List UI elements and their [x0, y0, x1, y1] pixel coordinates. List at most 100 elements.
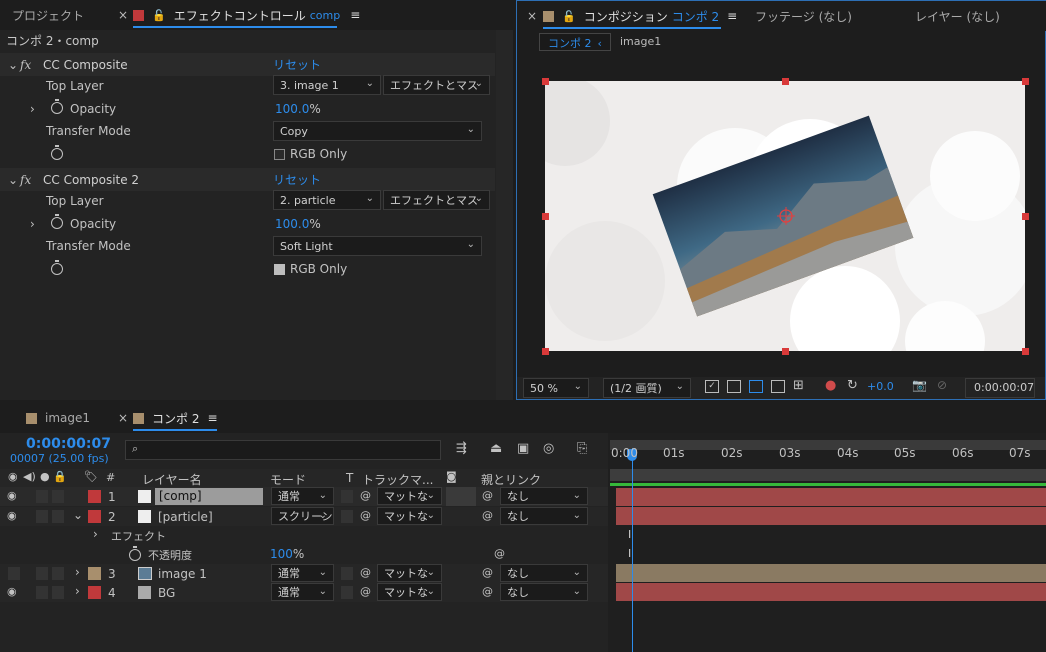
chevron-down-icon[interactable]: ⌄	[8, 173, 18, 187]
opacity-property-row[interactable]: 不透明度 100% @	[0, 545, 608, 564]
solo-icon[interactable]: ●	[40, 470, 50, 483]
fx-icon[interactable]: fx	[20, 173, 31, 187]
exposure-value[interactable]: +0.0	[867, 380, 894, 393]
current-time[interactable]: 0:00:00:07	[965, 378, 1035, 398]
lock-box[interactable]	[52, 586, 64, 599]
tab-image1[interactable]: image1	[26, 403, 90, 433]
transform-handle[interactable]	[542, 213, 549, 220]
preserve-transparency-box[interactable]	[341, 567, 353, 580]
parent-pickwhip-icon[interactable]: @	[482, 489, 493, 502]
lock-icon[interactable]: 🔓	[152, 9, 166, 22]
track-matte-dropdown[interactable]: マットな ⌄	[377, 507, 442, 525]
motion-blur-icon[interactable]: ◎	[543, 441, 554, 456]
fx-icon[interactable]: fx	[20, 58, 31, 72]
checkbox-icon[interactable]	[274, 263, 285, 275]
eye-icon[interactable]: ◉	[7, 585, 17, 598]
lock-box[interactable]	[52, 490, 64, 503]
transform-handle[interactable]	[1022, 78, 1029, 85]
camera-icon[interactable]: 📷	[912, 378, 927, 392]
pickwhip-icon[interactable]: @	[360, 489, 371, 502]
matte-icon[interactable]: ◙	[446, 470, 457, 483]
layer-bar[interactable]	[616, 564, 1046, 582]
stopwatch-icon[interactable]	[51, 214, 63, 229]
lock-box[interactable]	[52, 567, 64, 580]
top-layer-dropdown[interactable]: 3. image 1 ⌄	[273, 75, 381, 95]
keyframe-icon[interactable]: I	[628, 528, 631, 541]
transform-handle[interactable]	[1022, 348, 1029, 355]
chevron-right-icon[interactable]: ›	[75, 584, 80, 598]
graph-editor-icon[interactable]: ⎘	[577, 441, 587, 456]
timeline-track-area[interactable]: I I	[608, 433, 1046, 652]
top-layer-mode-dropdown[interactable]: エフェクトとマス ⌄	[383, 75, 490, 95]
solo-box[interactable]	[36, 490, 48, 503]
chevron-right-icon[interactable]: ›	[93, 527, 98, 541]
track-matte-dropdown[interactable]: マットな ⌄	[377, 564, 442, 582]
comp-viewer[interactable]	[545, 81, 1025, 351]
opacity-value[interactable]: 100.0%	[275, 102, 321, 116]
rgb-only-checkbox[interactable]: RGB Only	[274, 262, 347, 276]
stopwatch-icon[interactable]	[51, 145, 63, 160]
breadcrumb-next[interactable]: image1	[620, 35, 661, 48]
stopwatch-icon[interactable]	[129, 546, 141, 561]
close-icon[interactable]: ×	[527, 1, 537, 31]
pickwhip-icon[interactable]: @	[360, 585, 371, 598]
layer-row[interactable]: ◉ ⌄ 2 [particle] スクリーン ⌄ @ マットな ⌄ @ なし ⌄	[0, 507, 608, 526]
layer-color-icon[interactable]	[88, 490, 101, 503]
chevron-right-icon[interactable]: ›	[30, 102, 35, 116]
scrollbar[interactable]	[496, 30, 513, 400]
stopwatch-icon[interactable]	[51, 260, 63, 275]
reset-exposure-icon[interactable]: ↻	[847, 378, 858, 393]
chevron-down-icon[interactable]: ⌄	[73, 508, 83, 522]
mode-dropdown[interactable]: スクリーン ⌄	[271, 507, 334, 525]
expression-pickwhip-icon[interactable]: @	[494, 547, 505, 560]
menu-icon[interactable]: ≡	[207, 411, 217, 425]
layer-row[interactable]: ◉ › 4 BG 通常 ⌄ @ マットな ⌄ @ なし ⌄	[0, 583, 608, 602]
parent-pickwhip-icon[interactable]: @	[482, 585, 493, 598]
top-layer-mode-dropdown[interactable]: エフェクトとマス ⌄	[383, 190, 490, 210]
close-icon[interactable]: ×	[118, 0, 128, 30]
effects-group-row[interactable]: › エフェクト	[0, 526, 608, 545]
close-icon[interactable]: ×	[118, 403, 128, 433]
solo-box[interactable]	[36, 586, 48, 599]
reset-link[interactable]: リセット	[273, 171, 321, 188]
lock-icon[interactable]: 🔓	[562, 10, 576, 23]
reset-link[interactable]: リセット	[273, 56, 321, 73]
eye-box[interactable]	[8, 567, 20, 580]
mode-dropdown[interactable]: 通常 ⌄	[271, 564, 334, 582]
video-toggle-icon[interactable]: ◉	[8, 470, 18, 483]
frame-blending-icon[interactable]: ▣	[517, 441, 529, 456]
preserve-transparency-box[interactable]	[341, 510, 353, 523]
matte-toggle[interactable]	[446, 487, 476, 506]
tab-footage[interactable]: フッテージ (なし)	[755, 1, 852, 31]
label-icon[interactable]: 🏷	[84, 470, 98, 483]
effect-header[interactable]: ⌄ fx CC Composite 2 リセット	[0, 168, 495, 191]
opacity-property-number[interactable]: 100	[270, 547, 293, 561]
color-channels-icon[interactable]: ●	[825, 378, 836, 393]
region-of-interest-icon[interactable]	[771, 380, 785, 393]
layer-color-icon[interactable]	[88, 510, 101, 523]
pickwhip-icon[interactable]: @	[360, 566, 371, 579]
zoom-dropdown[interactable]: 50 % ⌄	[523, 378, 589, 398]
breadcrumb-active[interactable]: コンポ 2 ‹	[539, 33, 611, 51]
column-track-matte[interactable]: トラックマ...	[362, 471, 433, 488]
column-t[interactable]: T	[346, 471, 353, 485]
chevron-right-icon[interactable]: ›	[30, 217, 35, 231]
layer-name[interactable]: [particle]	[158, 510, 213, 524]
layer-name[interactable]: BG	[158, 586, 175, 600]
parent-dropdown[interactable]: なし ⌄	[500, 507, 588, 525]
opacity-property-value[interactable]: 100%	[270, 547, 304, 561]
transform-handle[interactable]	[782, 348, 789, 355]
preserve-transparency-box[interactable]	[341, 586, 353, 599]
stopwatch-icon[interactable]	[51, 99, 63, 114]
chevron-right-icon[interactable]: ›	[75, 565, 80, 579]
mode-dropdown[interactable]: 通常 ⌄	[271, 583, 334, 601]
mask-visibility-icon[interactable]	[749, 380, 763, 393]
rgb-only-checkbox[interactable]: RGB Only	[274, 147, 347, 161]
playhead-line[interactable]	[632, 448, 633, 652]
transparency-grid-icon[interactable]	[727, 380, 741, 393]
pickwhip-icon[interactable]: @	[360, 509, 371, 522]
column-parent[interactable]: 親とリンク	[481, 471, 541, 488]
tab-project[interactable]: プロジェクト	[12, 0, 84, 30]
layer-color-icon[interactable]	[88, 567, 101, 580]
column-layer-name[interactable]: レイヤー名	[142, 471, 202, 488]
